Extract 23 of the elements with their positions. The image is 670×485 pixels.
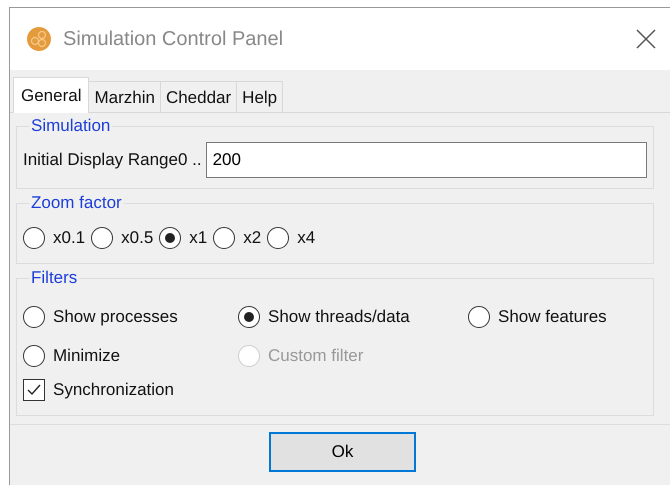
tab[interactable]: Help [236,81,284,112]
app-icon [27,27,51,51]
ok-button[interactable]: Ok [269,432,416,472]
radio-option[interactable]: x4 [267,227,316,249]
radio-option[interactable]: x2 [213,227,262,249]
checkmark-icon [26,382,42,398]
radio-option[interactable]: x1 [159,227,208,249]
tab[interactable]: General [13,77,90,113]
group-title: Simulation [30,116,112,136]
range-input-field[interactable]: 200 [206,142,647,178]
field-label: 0 .. [178,150,202,170]
radio-option[interactable]: x0.5 [91,227,154,249]
field-label: Initial Display Range [23,150,178,170]
checkbox-option[interactable]: Synchronization [23,375,174,405]
radio-option[interactable]: Show features [468,306,647,328]
group-title: Zoom factor [30,193,123,213]
radio-option[interactable]: Minimize [23,345,238,367]
radio-option[interactable]: Show threads/data [238,306,468,328]
radio-option[interactable]: Show processes [23,306,238,328]
window-title: Simulation Control Panel [63,28,284,50]
group-title: Filters [30,268,78,288]
close-icon[interactable] [636,29,656,49]
radio-option[interactable]: x0.1 [23,227,86,249]
